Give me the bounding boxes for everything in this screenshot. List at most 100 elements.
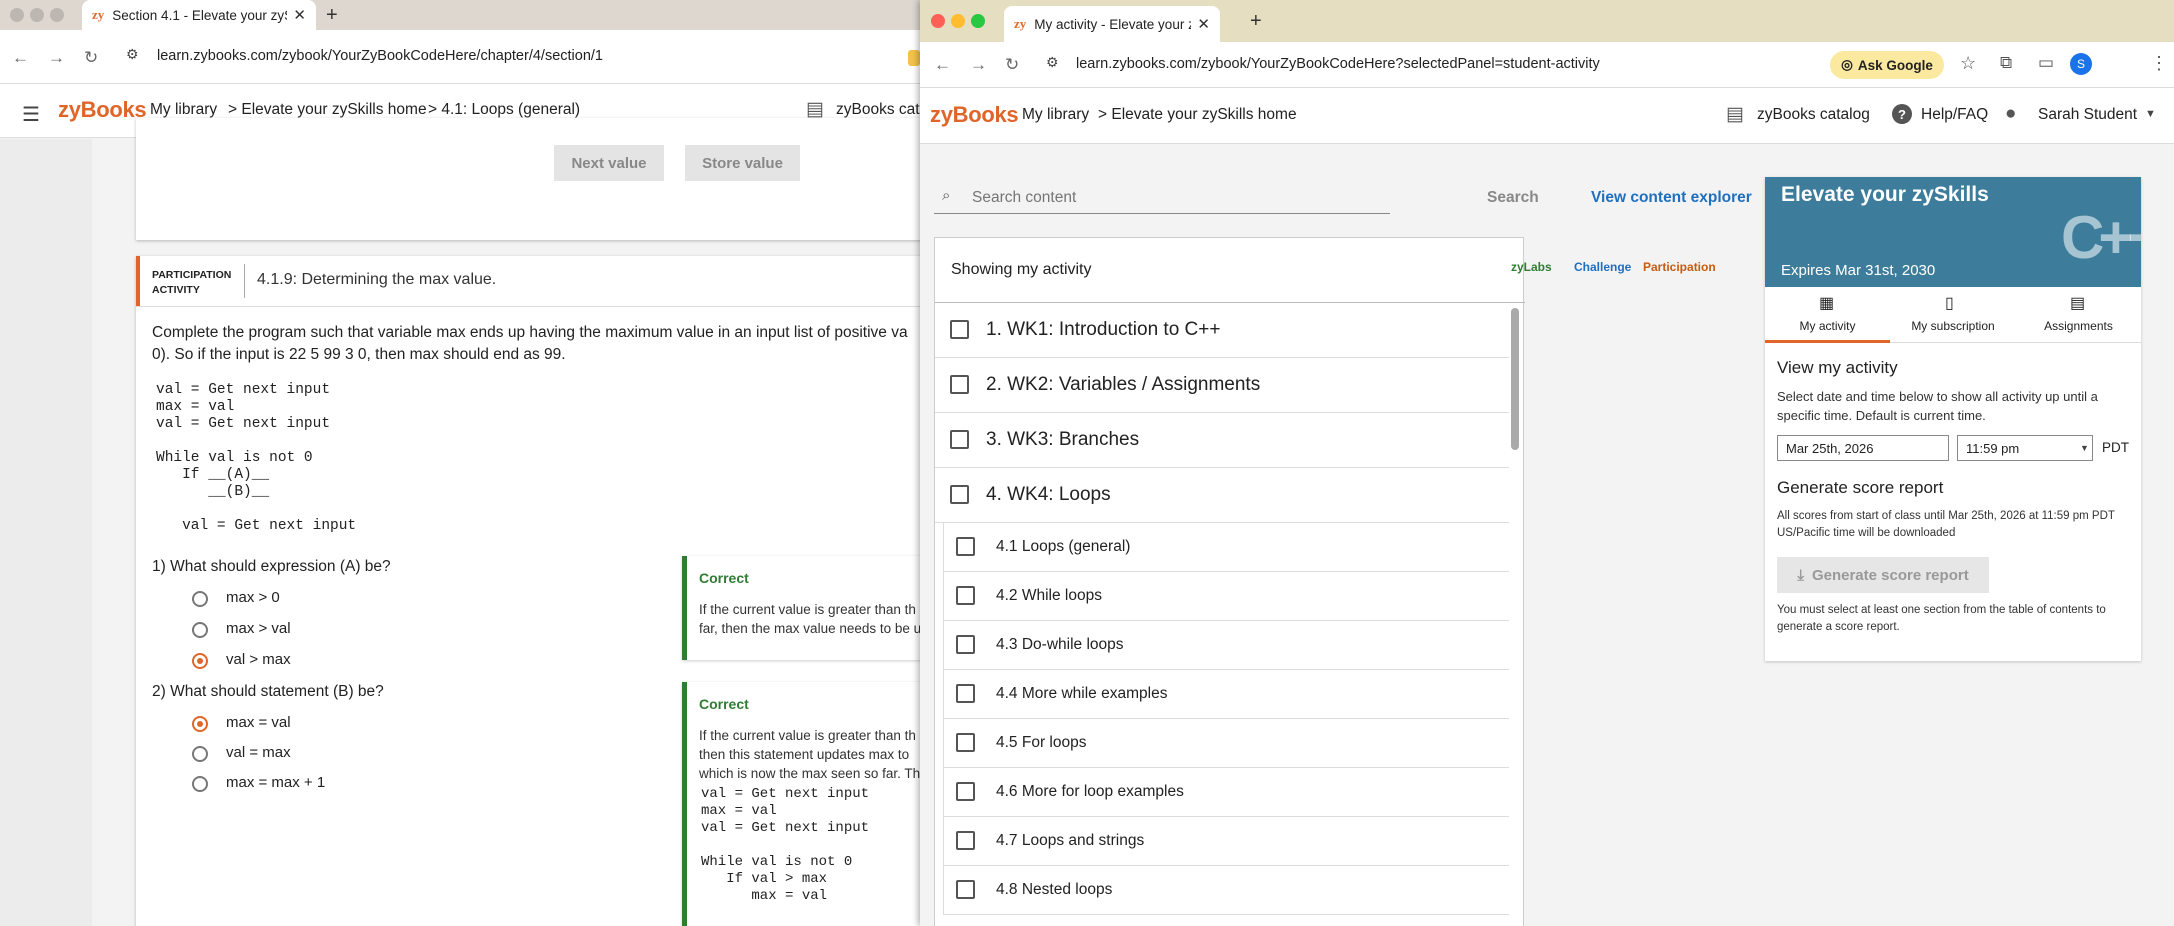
catalog-link[interactable]: zyBooks cat <box>836 101 920 119</box>
site-settings-icon[interactable]: ⚙ <box>1046 54 1059 71</box>
search-button[interactable]: Search <box>1487 189 1539 207</box>
back-icon[interactable]: ← <box>12 48 29 68</box>
zybook-sidebar: Elevate your zySkills Expires Mar 31st, … <box>1765 177 2141 661</box>
more-menu-icon[interactable]: ⋮ <box>2150 53 2168 74</box>
breadcrumb-library[interactable]: My library <box>150 101 217 119</box>
section-checkbox[interactable] <box>956 586 975 605</box>
section-checkbox[interactable] <box>956 782 975 801</box>
close-tab-icon[interactable]: ✕ <box>1197 15 1210 33</box>
section-row[interactable]: 4.7 Loops and stringsC0%P0%⌄ <box>943 817 1509 866</box>
section-row[interactable]: 4.8 Nested loopsC0%P0%⌄ <box>943 866 1509 915</box>
user-menu-caret-icon[interactable]: ▼ <box>2145 108 2156 120</box>
close-window-button[interactable] <box>10 8 24 22</box>
breadcrumb-home[interactable]: > Elevate your zySkills home <box>228 101 427 119</box>
section-checkbox[interactable] <box>956 684 975 703</box>
chapter-row[interactable]: 1. WK1: Introduction to C++C100%P100%⌄ <box>935 303 1509 358</box>
tab-assignments[interactable]: ▤ Assignments <box>2016 287 2141 343</box>
q1-option-label[interactable]: val > max <box>226 651 291 668</box>
new-tab-icon[interactable]: + <box>326 4 338 27</box>
forward-icon[interactable]: → <box>970 55 987 75</box>
zybooks-logo[interactable]: zyBooks <box>930 102 1019 128</box>
tab-my-subscription[interactable]: ▯ My subscription <box>1890 287 2016 343</box>
site-settings-icon[interactable]: ⚙ <box>126 46 139 63</box>
ask-google-button[interactable]: ◎ Ask Google <box>1830 51 1944 79</box>
ask-google-chip-icon[interactable] <box>908 50 920 66</box>
section-row[interactable]: 4.3 Do-while loopsC0%P0%⌄ <box>943 621 1509 670</box>
search-input[interactable] <box>934 182 1390 214</box>
previous-activity-card: Next value Store value <box>136 118 920 240</box>
user-menu[interactable]: Sarah Student <box>2038 106 2137 124</box>
generate-score-report-button[interactable]: ⤓ Generate score report <box>1777 557 1989 593</box>
time-select[interactable]: 11:59 pm <box>1957 435 2093 461</box>
score-report-note: You must select at least one section fro… <box>1777 604 2106 633</box>
section-row[interactable]: 4.2 While loopsC0%P0%⌄ <box>943 572 1509 621</box>
new-tab-icon[interactable]: + <box>1250 10 1262 33</box>
zoom-window-button[interactable] <box>50 8 64 22</box>
left-browser-window: zy Section 4.1 - Elevate your zyS ✕ + ← … <box>0 0 920 926</box>
tab-my-activity[interactable]: ▦ My activity <box>1765 287 1890 343</box>
minimize-window-button[interactable] <box>951 14 965 28</box>
browser-tab-my-activity[interactable]: zy My activity - Elevate your zyS ✕ <box>1004 6 1220 42</box>
help-icon[interactable]: ? <box>1892 104 1912 124</box>
breadcrumb-home[interactable]: > Elevate your zySkills home <box>1098 106 1297 124</box>
participation-activity-card: PARTICIPATION ACTIVITY 4.1.9: Determinin… <box>136 256 920 926</box>
section-row[interactable]: 4.4 More while examplesC0%P0%⌄ <box>943 670 1509 719</box>
store-value-button[interactable]: Store value <box>685 145 800 181</box>
bookmark-star-icon[interactable]: ☆ <box>1960 53 1976 74</box>
section-row[interactable]: 4.1 Loops (general)P0%⌄ <box>943 523 1509 572</box>
q2-option-label[interactable]: val = max <box>226 744 291 761</box>
zoom-window-button[interactable] <box>971 14 985 28</box>
section-row[interactable]: 4.6 More for loop examplesC0%P0%⌄ <box>943 768 1509 817</box>
section-row[interactable]: 4.5 For loopsC0%P0%⌄ <box>943 719 1509 768</box>
time-select-caret-icon[interactable]: ▼ <box>2080 443 2089 453</box>
tab-search-icon[interactable]: ▭ <box>2038 53 2054 73</box>
list-scrollbar[interactable] <box>1511 308 1519 450</box>
back-icon[interactable]: ← <box>934 55 951 75</box>
breadcrumb-library[interactable]: My library <box>1022 106 1089 124</box>
catalog-link[interactable]: zyBooks catalog <box>1757 106 1870 124</box>
close-tab-icon[interactable]: ✕ <box>293 6 306 24</box>
q1-option-label[interactable]: max > val <box>226 620 291 637</box>
url-field[interactable]: learn.zybooks.com/zybook/YourZyBookCodeH… <box>157 48 603 64</box>
chapter-checkbox[interactable] <box>950 320 969 339</box>
q2-option-radio[interactable] <box>192 746 208 762</box>
q2-option-label[interactable]: max = max + 1 <box>226 774 325 791</box>
section-checkbox[interactable] <box>956 733 975 752</box>
chapter-row[interactable]: 4. WK4: LoopsC0%P0%⌃ <box>935 468 1509 523</box>
chapter-row[interactable]: 3. WK3: BranchesC68%P63%⌄ <box>935 413 1509 468</box>
section-checkbox[interactable] <box>956 537 975 556</box>
forward-icon[interactable]: → <box>48 48 65 68</box>
profile-avatar[interactable]: S <box>2070 53 2092 75</box>
extensions-icon[interactable]: ⧉ <box>2000 53 2012 73</box>
q2-option-radio-selected[interactable] <box>192 716 208 732</box>
section-checkbox[interactable] <box>956 880 975 899</box>
chapter-checkbox[interactable] <box>950 375 969 394</box>
sidebar-tabs: ▦ My activity ▯ My subscription ▤ Assign… <box>1765 287 2141 343</box>
menu-icon[interactable]: ☰ <box>22 102 40 127</box>
chapter-checkbox[interactable] <box>950 485 969 504</box>
date-picker[interactable]: Mar 25th, 2026 <box>1777 435 1949 461</box>
section-checkbox[interactable] <box>956 831 975 850</box>
close-window-button[interactable] <box>931 14 945 28</box>
q1-option-radio[interactable] <box>192 591 208 607</box>
url-field[interactable]: learn.zybooks.com/zybook/YourZyBookCodeH… <box>1076 56 1600 72</box>
q1-option-radio-selected[interactable] <box>192 653 208 669</box>
view-content-explorer-link[interactable]: View content explorer <box>1591 189 1752 207</box>
q2-option-radio[interactable] <box>192 776 208 792</box>
section-checkbox[interactable] <box>956 635 975 654</box>
reload-icon[interactable]: ↻ <box>84 48 98 68</box>
activity-description-line1: Complete the program such that variable … <box>152 324 908 341</box>
chapter-checkbox[interactable] <box>950 430 969 449</box>
minimize-window-button[interactable] <box>30 8 44 22</box>
q1-option-radio[interactable] <box>192 622 208 638</box>
reload-icon[interactable]: ↻ <box>1005 55 1019 75</box>
chapter-row[interactable]: 2. WK2: Variables / AssignmentsC100%P100… <box>935 358 1509 413</box>
feedback-text: then this statement updates max to <box>699 747 910 762</box>
q1-option-label[interactable]: max > 0 <box>226 589 280 606</box>
help-link[interactable]: Help/FAQ <box>1921 106 1988 124</box>
question2-text: What should statement (B) be? <box>170 683 384 700</box>
zybooks-logo[interactable]: zyBooks <box>58 97 147 123</box>
next-value-button[interactable]: Next value <box>554 145 664 181</box>
q2-option-label[interactable]: max = val <box>226 714 291 731</box>
browser-tab-section[interactable]: zy Section 4.1 - Elevate your zyS ✕ <box>82 0 316 30</box>
